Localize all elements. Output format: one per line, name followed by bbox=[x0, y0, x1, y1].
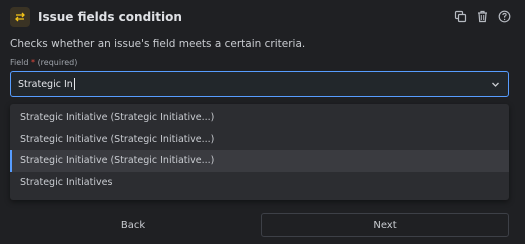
condition-panel: Issue fields condition Checks whether an… bbox=[0, 0, 525, 244]
field-select-input[interactable]: Strategic In bbox=[10, 71, 509, 97]
dropdown-option[interactable]: Strategic Initiative (Strategic Initiati… bbox=[10, 107, 509, 129]
dropdown-option-highlighted[interactable]: Strategic Initiative (Strategic Initiati… bbox=[10, 150, 509, 172]
chevron-down-icon[interactable] bbox=[491, 80, 500, 89]
field-input-value[interactable]: Strategic In bbox=[18, 79, 73, 90]
help-icon[interactable] bbox=[497, 9, 511, 23]
required-hint: (required) bbox=[37, 58, 78, 67]
panel-title: Issue fields condition bbox=[38, 10, 182, 24]
text-caret bbox=[73, 78, 75, 90]
header-actions bbox=[453, 9, 511, 23]
condition-description: Checks whether an issue's field meets a … bbox=[10, 38, 306, 50]
duplicate-icon[interactable] bbox=[453, 9, 467, 23]
panel-footer: Back Next bbox=[10, 213, 509, 237]
required-marker: * bbox=[31, 58, 36, 67]
dropdown-option[interactable]: Strategic Initiative (Strategic Initiati… bbox=[10, 129, 509, 151]
field-label-text: Field bbox=[10, 58, 29, 67]
field-options-dropdown: Strategic Initiative (Strategic Initiati… bbox=[10, 104, 509, 200]
dropdown-option[interactable]: Strategic Initiatives bbox=[10, 172, 509, 194]
panel-header: Issue fields condition bbox=[10, 6, 515, 28]
field-label: Field * (required) bbox=[10, 58, 77, 67]
swap-arrows-icon bbox=[10, 7, 30, 27]
next-button[interactable]: Next bbox=[261, 213, 509, 237]
back-button[interactable]: Back bbox=[10, 213, 256, 237]
trash-icon[interactable] bbox=[475, 9, 489, 23]
